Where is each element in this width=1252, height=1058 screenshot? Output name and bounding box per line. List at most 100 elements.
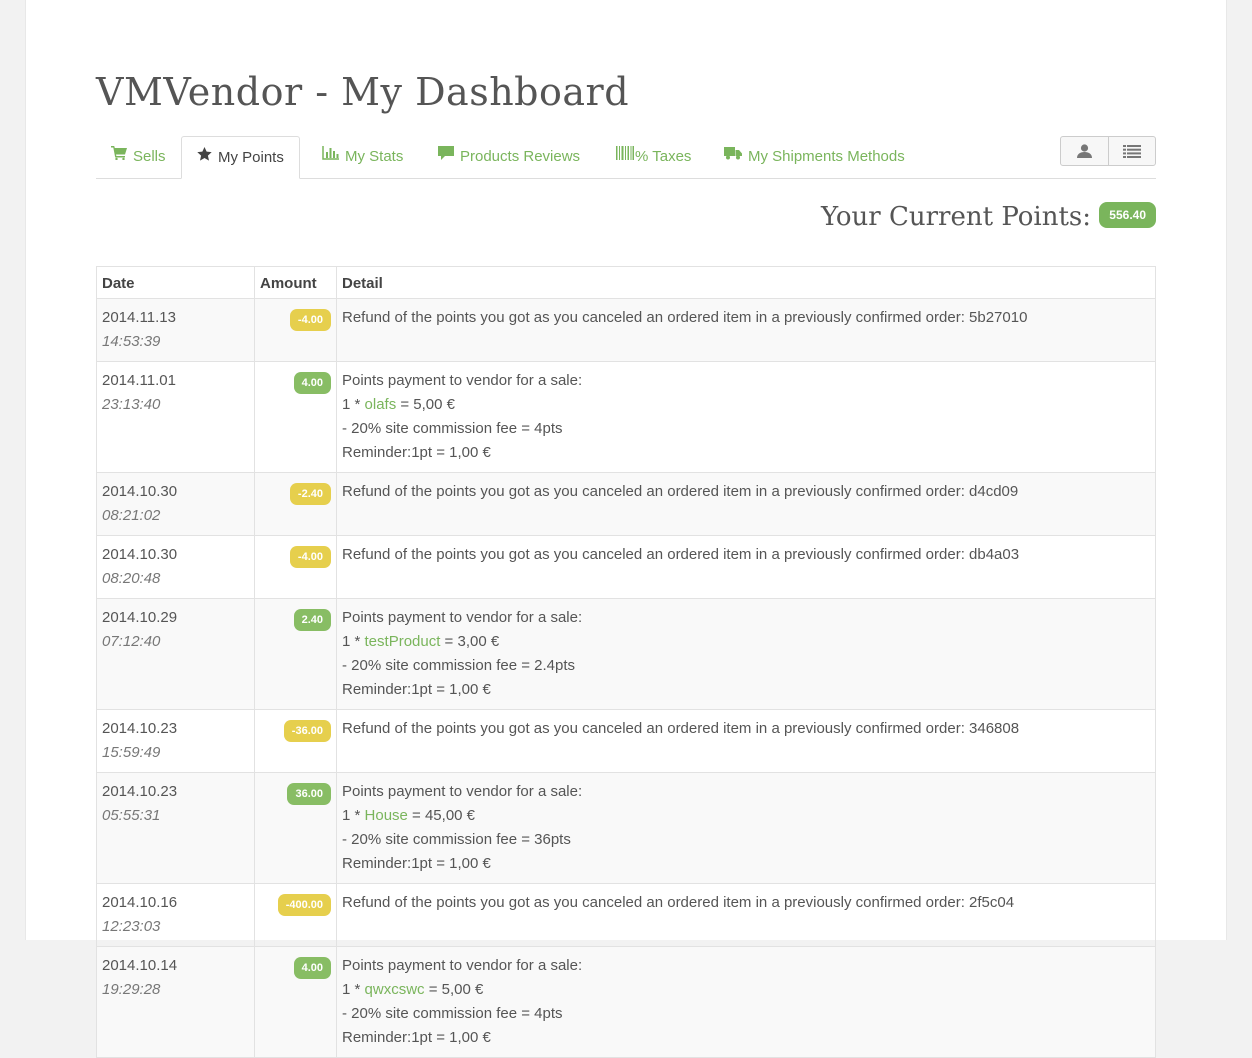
table-row: 2014.10.14 19:29:28 4.00 Points payment to … <box>96 946 1156 1058</box>
amount-badge: -4.00 <box>289 546 331 568</box>
date-cell: 2014.10.29 07:12:40 <box>96 598 255 710</box>
header-amount: Amount <box>254 266 337 299</box>
tab-taxes[interactable]: % Taxes <box>601 136 706 177</box>
bar-chart-icon <box>322 135 339 176</box>
current-points-label: Your Current Points: <box>820 202 1092 232</box>
comment-icon <box>438 135 454 176</box>
amount-cell: 36.00 <box>254 772 337 884</box>
sale-price: = 5,00 € <box>424 981 484 998</box>
product-link[interactable]: House <box>365 807 408 824</box>
amount-badge: -2.40 <box>289 483 331 505</box>
entry-date: 2014.10.23 <box>102 783 178 800</box>
page-container: VMVendor - My Dashboard Sells My Points … <box>25 0 1227 1058</box>
entry-date: 2014.11.01 <box>102 372 176 389</box>
barcode-icon <box>616 135 634 176</box>
page-title: VMVendor - My Dashboard <box>96 70 630 114</box>
tab-sells[interactable]: Sells <box>96 136 181 177</box>
current-points-badge: 556.40 <box>1099 202 1156 228</box>
tab-taxes-label: % Taxes <box>635 148 692 165</box>
table-row: 2014.11.01 23:13:40 4.00 Points payment to … <box>96 361 1156 473</box>
date-cell: 2014.10.23 15:59:49 <box>96 709 255 773</box>
tab-my-points[interactable]: My Points <box>181 136 300 179</box>
table-row: 2014.11.13 14:53:39 -4.00 Refund of the poi… <box>96 298 1156 362</box>
tab-my-points-label: My Points <box>218 149 284 166</box>
detail-cell: Refund of the points you got as you canc… <box>336 883 1156 947</box>
entry-date: 2014.10.30 <box>102 483 178 500</box>
tab-my-stats[interactable]: My Stats <box>307 136 418 177</box>
sale-item-line: 1 * olafs = 5,00 € <box>342 393 1150 417</box>
table-row: 2014.10.23 05:55:31 36.00 Points payment to… <box>96 772 1156 884</box>
list-view-button[interactable] <box>1109 137 1156 165</box>
commission-fee: - 20% site commission fee = 2.4pts <box>342 657 576 674</box>
sale-price: = 3,00 € <box>440 633 500 650</box>
points-history-table: Date Amount Detail 2014.11.13 14:53:39 -4.… <box>96 266 1156 1058</box>
product-link[interactable]: olafs <box>365 396 397 413</box>
header-date: Date <box>96 266 255 299</box>
header-detail: Detail <box>336 266 1156 299</box>
sale-qty: 1 * <box>342 981 365 998</box>
amount-badge: -36.00 <box>283 720 331 742</box>
amount-cell: -4.00 <box>254 298 337 362</box>
entry-time: 12:23:03 <box>102 918 161 935</box>
points-reminder: Reminder:1pt = 1,00 € <box>342 681 491 698</box>
detail-cell: Points payment to vendor for a sale: 1 * … <box>336 946 1156 1058</box>
sale-qty: 1 * <box>342 807 365 824</box>
sale-qty: 1 * <box>342 633 365 650</box>
tab-my-shipments-methods[interactable]: My Shipments Methods <box>709 136 920 177</box>
amount-badge: 4.00 <box>293 957 331 979</box>
commission-fee: - 20% site commission fee = 4pts <box>342 1005 563 1022</box>
points-reminder: Reminder:1pt = 1,00 € <box>342 1029 491 1046</box>
sale-line: Points payment to vendor for a sale: <box>342 372 583 389</box>
amount-cell: 4.00 <box>254 361 337 473</box>
refund-detail: Refund of the points you got as you canc… <box>342 894 1015 911</box>
table-header-row: Date Amount Detail <box>96 266 1156 299</box>
view-toggle-group <box>1060 136 1156 166</box>
tab-sells-label: Sells <box>133 148 166 165</box>
detail-cell: Refund of the points you got as you canc… <box>336 472 1156 536</box>
table-row: 2014.10.30 08:21:02 -2.40 Refund of the poi… <box>96 472 1156 536</box>
cart-icon <box>111 135 127 176</box>
entry-date: 2014.10.29 <box>102 609 178 626</box>
profile-button[interactable] <box>1061 137 1109 165</box>
refund-detail: Refund of the points you got as you canc… <box>342 309 1028 326</box>
date-cell: 2014.11.01 23:13:40 <box>96 361 255 473</box>
entry-date: 2014.10.23 <box>102 720 178 737</box>
entry-time: 15:59:49 <box>102 744 161 761</box>
detail-cell: Refund of the points you got as you canc… <box>336 709 1156 773</box>
amount-cell: -400.00 <box>254 883 337 947</box>
product-link[interactable]: qwxcswc <box>365 981 425 998</box>
date-cell: 2014.10.16 12:23:03 <box>96 883 255 947</box>
date-cell: 2014.11.13 14:53:39 <box>96 298 255 362</box>
date-cell: 2014.10.14 19:29:28 <box>96 946 255 1058</box>
amount-badge: -4.00 <box>289 309 331 331</box>
user-icon <box>1077 144 1092 163</box>
entry-date: 2014.10.16 <box>102 894 178 911</box>
entry-time: 07:12:40 <box>102 633 161 650</box>
amount-cell: -4.00 <box>254 535 337 599</box>
refund-detail: Refund of the points you got as you canc… <box>342 483 1019 500</box>
tab-my-shipments-methods-label: My Shipments Methods <box>748 148 905 165</box>
sale-price: = 5,00 € <box>396 396 456 413</box>
sale-line: Points payment to vendor for a sale: <box>342 783 583 800</box>
entry-time: 19:29:28 <box>102 981 161 998</box>
date-cell: 2014.10.23 05:55:31 <box>96 772 255 884</box>
dashboard-tabs: Sells My Points My Stats Products Review… <box>96 136 1156 179</box>
sale-line: Points payment to vendor for a sale: <box>342 957 583 974</box>
tab-products-reviews[interactable]: Products Reviews <box>423 136 595 177</box>
amount-badge: 4.00 <box>293 372 331 394</box>
amount-cell: 2.40 <box>254 598 337 710</box>
sale-item-line: 1 * House = 45,00 € <box>342 804 1150 828</box>
sale-item-line: 1 * qwxcswc = 5,00 € <box>342 978 1150 1002</box>
entry-date: 2014.10.14 <box>102 957 178 974</box>
sale-item-line: 1 * testProduct = 3,00 € <box>342 630 1150 654</box>
star-icon <box>197 136 212 177</box>
commission-fee: - 20% site commission fee = 4pts <box>342 420 563 437</box>
entry-time: 23:13:40 <box>102 396 161 413</box>
commission-fee: - 20% site commission fee = 36pts <box>342 831 571 848</box>
table-row: 2014.10.30 08:20:48 -4.00 Refund of the poi… <box>96 535 1156 599</box>
current-points: Your Current Points: 556.40 <box>821 202 1156 232</box>
product-link[interactable]: testProduct <box>365 633 441 650</box>
detail-cell: Points payment to vendor for a sale: 1 * … <box>336 772 1156 884</box>
tab-products-reviews-label: Products Reviews <box>460 148 581 165</box>
points-reminder: Reminder:1pt = 1,00 € <box>342 855 491 872</box>
